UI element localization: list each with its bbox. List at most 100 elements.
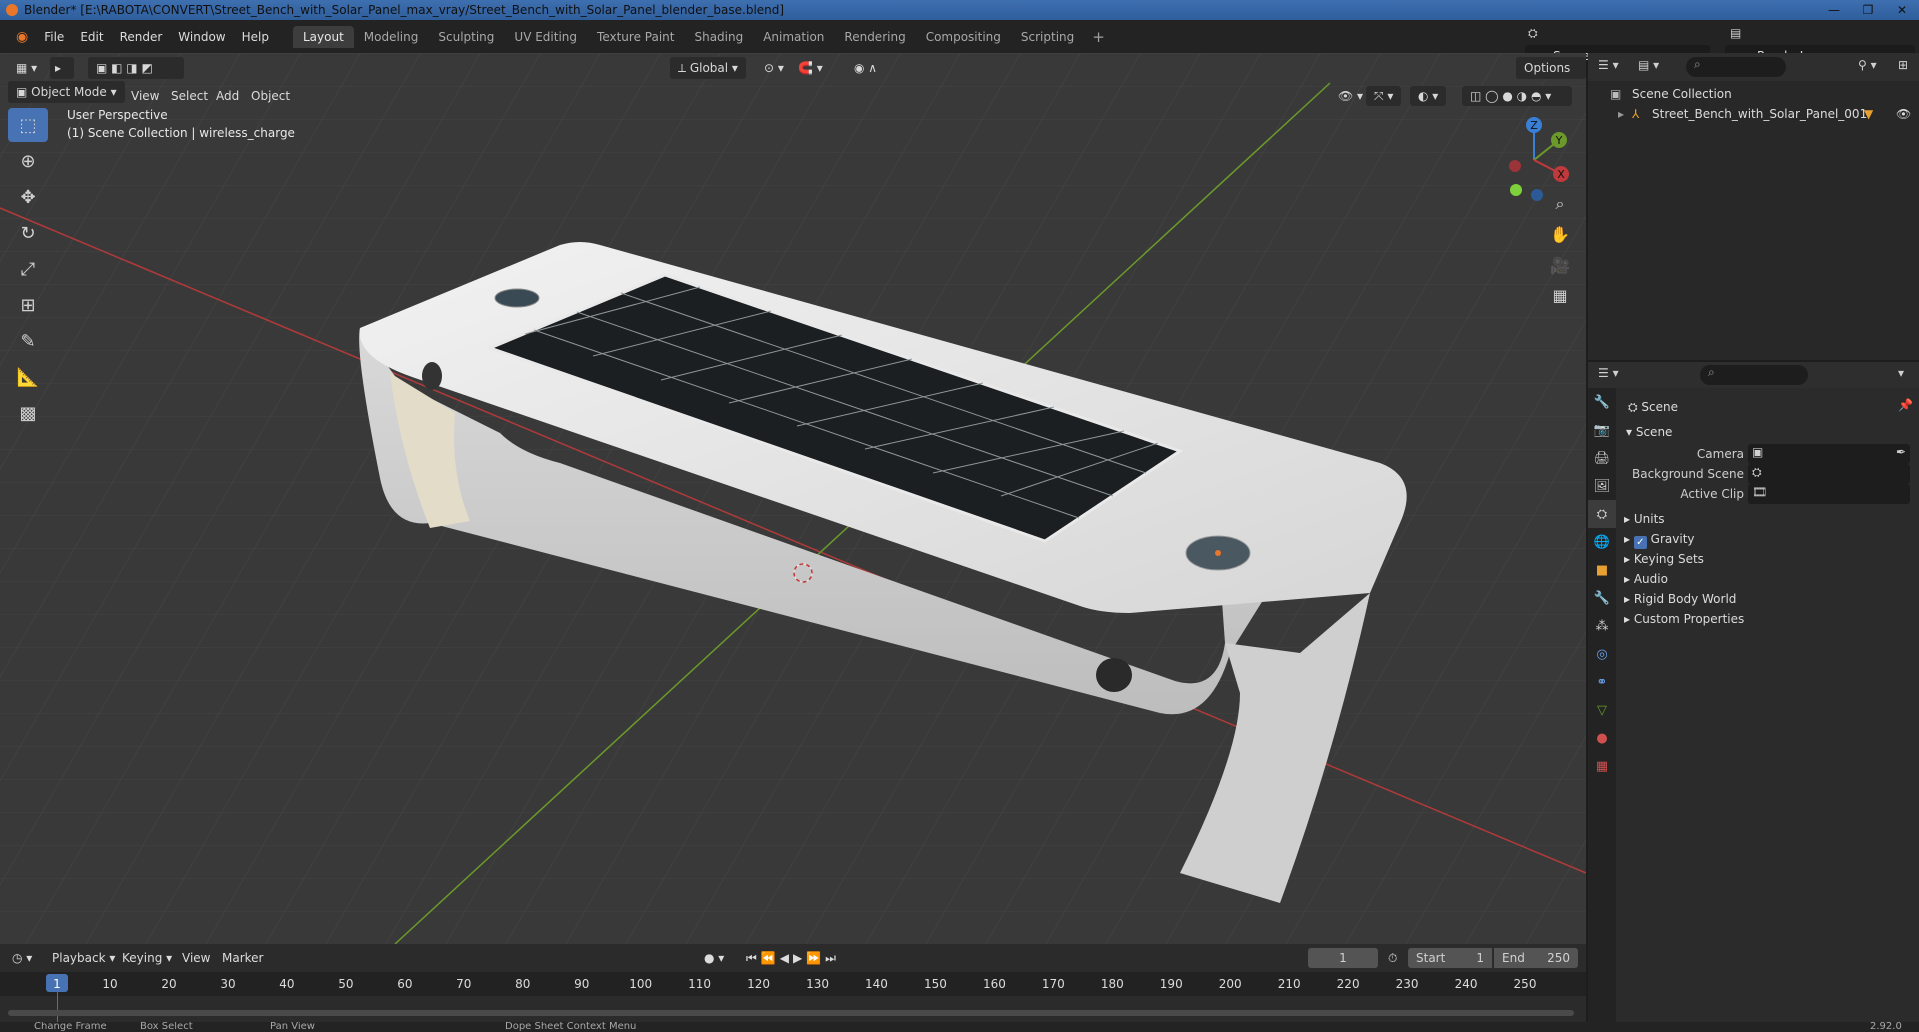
outliner-search-input[interactable]: ⌕ — [1686, 57, 1786, 77]
scale-tool-icon[interactable]: ⤢ — [8, 252, 48, 286]
timeline-editor[interactable]: ◷ ▾ Playback ▾ Keying ▾ View Marker ● ▾ … — [0, 944, 1586, 1022]
start-frame-field[interactable]: Start 1 — [1408, 948, 1492, 968]
outliner-scene-collection[interactable]: ▣ Scene Collection — [1588, 84, 1919, 104]
playback-controls[interactable]: ⏮⏪◀▶⏩⏭ — [746, 948, 840, 968]
section-custom-properties[interactable]: ▸ Custom Properties — [1624, 608, 1744, 630]
select-tool-toggle[interactable]: ▸ — [50, 57, 74, 79]
tab-uv-editing[interactable]: UV Editing — [504, 26, 587, 48]
scene-tab-icon[interactable]: ⛭ — [1588, 500, 1616, 528]
close-button[interactable]: ✕ — [1885, 0, 1919, 20]
tab-rendering[interactable]: Rendering — [834, 26, 915, 48]
menu-help[interactable]: Help — [234, 26, 277, 48]
visibility-dropdown[interactable]: 👁 ▾ — [1330, 86, 1371, 106]
particles-tab-icon[interactable]: ⁂ — [1588, 612, 1616, 640]
current-frame-field[interactable]: 1 — [1308, 948, 1378, 968]
render-tab-icon[interactable]: 📷 — [1588, 416, 1616, 444]
add-cube-tool-icon[interactable]: ▩ — [8, 396, 48, 430]
timeline-scrollbar[interactable] — [8, 1010, 1574, 1016]
properties-search-input[interactable]: ⌕ — [1700, 365, 1808, 385]
end-frame-field[interactable]: End 250 — [1494, 948, 1578, 968]
properties-editor-icon[interactable]: ☰ ▾ — [1598, 366, 1619, 380]
zoom-icon[interactable]: ⌕ — [1544, 190, 1576, 218]
new-collection-icon[interactable]: ⊞ — [1898, 58, 1908, 72]
overlay-toggle[interactable]: ◐ ▾ — [1410, 86, 1447, 106]
menu-select[interactable]: Select — [171, 86, 208, 106]
menu-edit[interactable]: Edit — [72, 26, 111, 48]
expand-arrow-icon[interactable]: ▸ — [1618, 104, 1624, 124]
visibility-eye-icon[interactable]: 👁 — [1896, 104, 1911, 124]
record-button[interactable]: ● ▾ — [704, 948, 724, 968]
data-tab-icon[interactable]: ▽ — [1588, 696, 1616, 724]
move-tool-icon[interactable]: ✥ — [8, 180, 48, 214]
3d-viewport[interactable]: Z Y X ▦ ▾ ▸ ▣ ◧ ◨ ◩ ⟂ Global ▾ ⊙ ▾ 🧲 ▾ ◉… — [0, 53, 1586, 944]
view-layer-icon[interactable]: ▤ — [1730, 26, 1741, 40]
filter-icon[interactable]: ⚲ ▾ — [1858, 58, 1877, 72]
menu-render[interactable]: Render — [112, 26, 171, 48]
menu-view[interactable]: View — [131, 86, 159, 106]
playback-menu[interactable]: Playback ▾ — [52, 948, 115, 968]
physics-tab-icon[interactable]: ◎ — [1588, 640, 1616, 668]
timeline-editor-icon[interactable]: ◷ ▾ — [12, 948, 32, 968]
view-layer-tab-icon[interactable]: 🖼 — [1588, 472, 1616, 500]
keying-menu[interactable]: Keying ▾ — [122, 948, 172, 968]
clock-icon[interactable]: ⏱ — [1388, 948, 1397, 968]
gizmo-toggle[interactable]: ⤧ ▾ — [1366, 86, 1402, 106]
selection-mode-buttons[interactable]: ▣ ◧ ◨ ◩ — [88, 57, 184, 79]
tab-texture-paint[interactable]: Texture Paint — [587, 26, 684, 48]
active-clip-field[interactable]: 🎞 — [1748, 484, 1910, 504]
measure-tool-icon[interactable]: 📐 — [8, 360, 48, 394]
constraints-tab-icon[interactable]: ⚭ — [1588, 668, 1616, 696]
properties-options-chevron-icon[interactable]: ▾ — [1898, 366, 1904, 380]
scene-icon[interactable]: ⛭ — [1528, 26, 1538, 41]
section-audio[interactable]: ▸ Audio — [1624, 568, 1668, 590]
tab-animation[interactable]: Animation — [753, 26, 834, 48]
tab-scripting[interactable]: Scripting — [1011, 26, 1084, 48]
pan-hand-icon[interactable]: ✋ — [1544, 220, 1576, 248]
output-tab-icon[interactable]: 🖨 — [1588, 444, 1616, 472]
tab-modeling[interactable]: Modeling — [354, 26, 429, 48]
tab-sculpting[interactable]: Sculpting — [428, 26, 504, 48]
marker-menu[interactable]: Marker — [222, 948, 263, 968]
world-tab-icon[interactable]: 🌐 — [1588, 528, 1616, 556]
modifier-tab-icon[interactable]: 🔧 — [1588, 584, 1616, 612]
tab-shading[interactable]: Shading — [684, 26, 753, 48]
rotate-tool-icon[interactable]: ↻ — [8, 216, 48, 250]
transform-orientation-dropdown[interactable]: ⟂ Global ▾ — [670, 57, 746, 79]
tool-tab-icon[interactable]: 🔧 — [1588, 388, 1616, 416]
scene-panel-header[interactable]: ▾ Scene — [1626, 421, 1672, 443]
object-mode-dropdown[interactable]: ▣ Object Mode ▾ — [8, 81, 125, 103]
maximize-button[interactable]: ❐ — [1851, 0, 1885, 20]
object-tab-icon[interactable]: ■ — [1588, 556, 1616, 584]
menu-add[interactable]: Add — [216, 86, 239, 106]
eyedropper-icon[interactable]: ✒ — [1896, 445, 1906, 459]
shading-modes[interactable]: ◫ ◯ ● ◑ ◓ ▾ — [1462, 86, 1572, 106]
outliner-editor-icon[interactable]: ☰ ▾ — [1598, 58, 1619, 72]
section-rigid-body-world[interactable]: ▸ Rigid Body World — [1624, 588, 1736, 610]
menu-file[interactable]: File — [36, 26, 72, 48]
timeline-view-menu[interactable]: View — [182, 948, 210, 968]
ortho-grid-icon[interactable]: ▦ — [1544, 281, 1576, 309]
section-units[interactable]: ▸ Units — [1624, 508, 1665, 530]
menu-window[interactable]: Window — [170, 26, 233, 48]
select-box-tool-icon[interactable]: ⬚ — [8, 108, 48, 142]
material-tab-icon[interactable]: ● — [1588, 724, 1616, 752]
section-gravity[interactable]: ▸ ✓ Gravity — [1624, 528, 1695, 550]
proportional-edit-toggle[interactable]: ◉ ∧ — [846, 57, 885, 79]
background-scene-field[interactable]: ⛭ — [1748, 464, 1910, 484]
editor-type-button[interactable]: ▦ ▾ — [8, 57, 45, 79]
blender-menu-icon[interactable]: ◉ — [8, 26, 36, 48]
transform-tool-icon[interactable]: ⊞ — [8, 288, 48, 322]
annotate-tool-icon[interactable]: ✎ — [8, 324, 48, 358]
section-keying-sets[interactable]: ▸ Keying Sets — [1624, 548, 1704, 570]
minimize-button[interactable]: — — [1817, 0, 1851, 20]
pivot-dropdown[interactable]: ⊙ ▾ — [756, 57, 792, 79]
cursor-tool-icon[interactable]: ⊕ — [8, 144, 48, 178]
outliner-item[interactable]: ▸ ⅄ Street_Bench_with_Solar_Panel_001 ▼ … — [1588, 104, 1919, 124]
camera-view-icon[interactable]: 🎥 — [1544, 251, 1576, 279]
display-mode-icon[interactable]: ▤ ▾ — [1638, 58, 1659, 72]
camera-field[interactable]: ▣ ✒ — [1748, 444, 1910, 464]
tab-compositing[interactable]: Compositing — [916, 26, 1011, 48]
snap-toggle[interactable]: 🧲 ▾ — [790, 57, 831, 79]
options-dropdown[interactable]: Options ▾ — [1516, 57, 1586, 97]
pin-icon[interactable]: 📌 — [1898, 398, 1913, 412]
